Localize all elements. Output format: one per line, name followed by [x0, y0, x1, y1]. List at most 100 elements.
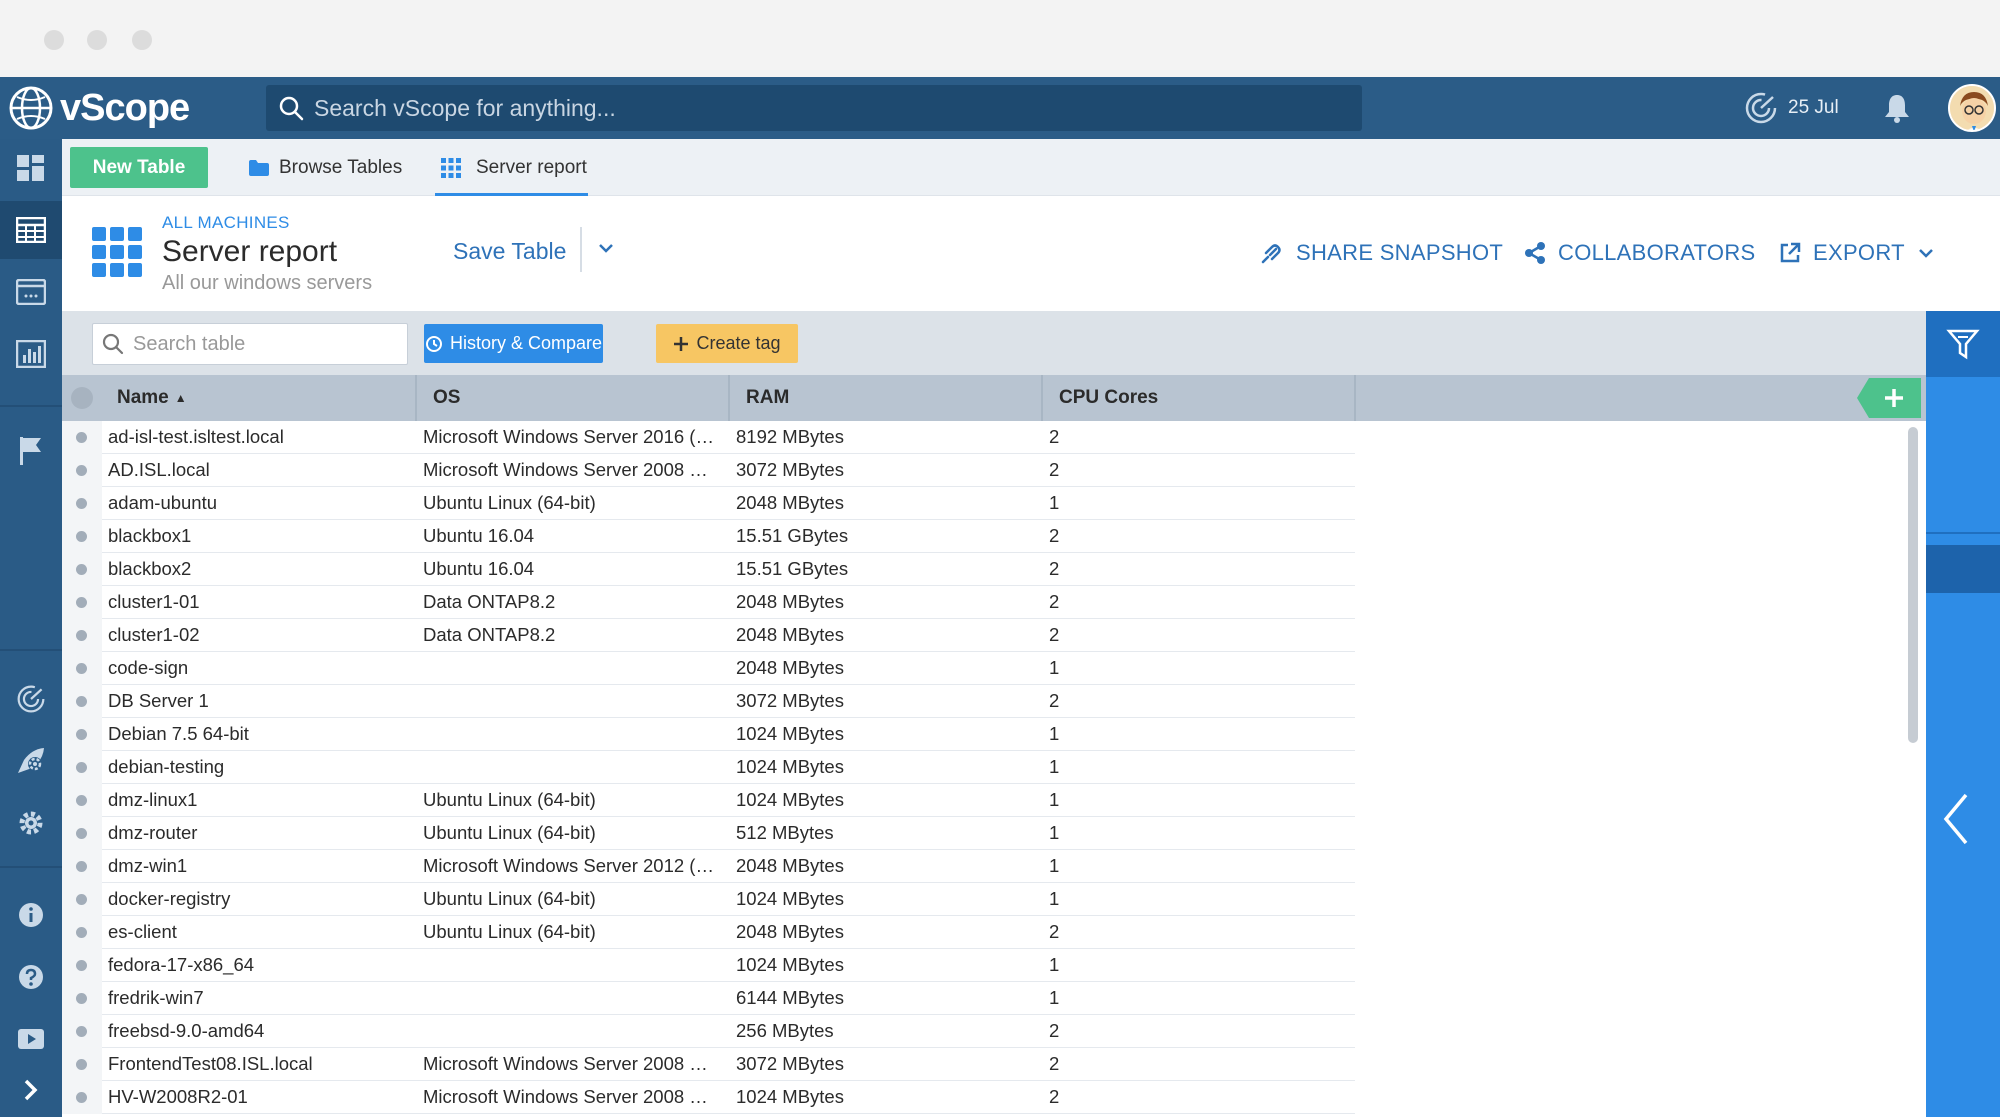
chevron-down-icon[interactable] — [596, 238, 616, 258]
window-maximize-dot[interactable] — [132, 30, 152, 50]
row-select-dot[interactable] — [76, 927, 87, 938]
row-select-dot[interactable] — [76, 498, 87, 509]
sidebar-item-flags[interactable] — [0, 422, 62, 480]
column-header-name[interactable]: Name ▲ — [102, 375, 417, 421]
table-row[interactable]: cluster1-01 Data ONTAP8.2 2048 MBytes 2 — [62, 586, 1926, 619]
row-select-dot[interactable] — [76, 465, 87, 476]
row-select-dot[interactable] — [76, 729, 87, 740]
sidebar-item-help[interactable] — [0, 948, 62, 1006]
window-icon — [16, 279, 46, 305]
row-select-dot[interactable] — [76, 1059, 87, 1070]
sidebar-item-window[interactable] — [0, 263, 62, 321]
table-row[interactable]: adam-ubuntu Ubuntu Linux (64-bit) 2048 MBy… — [62, 487, 1926, 520]
column-cpu-label: CPU Cores — [1059, 387, 1159, 408]
column-header-cpu[interactable]: CPU Cores — [1043, 375, 1356, 421]
row-select-dot[interactable] — [76, 597, 87, 608]
sidebar-item-radar[interactable] — [0, 670, 62, 728]
sidebar-expand-button[interactable] — [0, 1061, 62, 1117]
table-row[interactable]: fedora-17-x86_64 1024 MBytes 1 — [62, 949, 1926, 982]
report-grid-icon — [92, 227, 142, 277]
column-header-os[interactable]: OS — [417, 375, 730, 421]
table-search-input[interactable]: Search table — [92, 323, 408, 365]
save-table-button[interactable]: Save Table — [453, 238, 566, 265]
cell-ram: 2048 MBytes — [736, 921, 844, 942]
sidebar-item-dashboard[interactable] — [0, 139, 62, 197]
cell-os: Microsoft Windows Server 2016 (… — [423, 426, 714, 447]
row-select-dot[interactable] — [76, 828, 87, 839]
column-os-label: OS — [433, 387, 461, 408]
table-row[interactable]: HV-W2008R2-01 Microsoft Windows Server 20… — [62, 1081, 1926, 1114]
collaborators-button[interactable]: COLLABORATORS — [1524, 240, 1755, 266]
table-row[interactable]: Debian 7.5 64-bit 1024 MBytes 1 — [62, 718, 1926, 751]
sidebar-item-reports[interactable] — [0, 325, 62, 383]
app-logo[interactable]: vScope — [8, 85, 190, 131]
row-select-dot[interactable] — [76, 630, 87, 641]
sidebar-item-settings[interactable] — [0, 794, 62, 852]
global-search-input[interactable]: Search vScope for anything... — [266, 85, 1362, 131]
table-row[interactable]: DB Server 1 3072 MBytes 2 — [62, 685, 1926, 718]
row-select-dot[interactable] — [76, 762, 87, 773]
sidebar-item-tables[interactable] — [0, 201, 62, 259]
export-button[interactable]: EXPORT — [1779, 240, 1935, 266]
cell-name: dmz-router — [108, 822, 198, 843]
table-row[interactable]: blackbox2 Ubuntu 16.04 15.51 GBytes 2 — [62, 553, 1926, 586]
row-select-dot[interactable] — [76, 795, 87, 806]
row-select-dot[interactable] — [76, 960, 87, 971]
tab-browse-label: Browse Tables — [279, 156, 403, 178]
table-row[interactable]: dmz-router Ubuntu Linux (64-bit) 512 MByte… — [62, 817, 1926, 850]
cell-ram: 8192 MBytes — [736, 426, 844, 447]
cell-name: freebsd-9.0-amd64 — [108, 1020, 265, 1041]
tab-browse-tables[interactable]: Browse Tables — [248, 139, 402, 196]
table-row[interactable]: dmz-linux1 Ubuntu Linux (64-bit) 1024 MByt… — [62, 784, 1926, 817]
new-table-button[interactable]: New Table — [70, 147, 208, 188]
cell-name: DB Server 1 — [108, 690, 209, 711]
sidebar-item-video[interactable] — [0, 1010, 62, 1068]
plus-icon — [674, 336, 689, 351]
table-row[interactable]: freebsd-9.0-amd64 256 MBytes 2 — [62, 1015, 1926, 1048]
table-row[interactable]: debian-testing 1024 MBytes 1 — [62, 751, 1926, 784]
sidebar-divider — [0, 405, 62, 407]
table-row[interactable]: fredrik-win7 6144 MBytes 1 — [62, 982, 1926, 1015]
add-column-button[interactable] — [1857, 378, 1921, 418]
column-header-ram[interactable]: RAM — [730, 375, 1043, 421]
window-minimize-dot[interactable] — [87, 30, 107, 50]
table-row[interactable]: docker-registry Ubuntu Linux (64-bit) 1024… — [62, 883, 1926, 916]
table-row[interactable]: AD.ISL.local Microsoft Windows Server 200… — [62, 454, 1926, 487]
table-row[interactable]: ad-isl-test.isltest.local Microsoft Windo… — [62, 421, 1926, 454]
table-row[interactable]: es-client Ubuntu Linux (64-bit) 2048 MByte… — [62, 916, 1926, 949]
radar-icon — [17, 685, 45, 713]
breadcrumb[interactable]: ALL MACHINES — [162, 213, 290, 233]
left-sidebar — [0, 139, 62, 1117]
row-select-dot[interactable] — [76, 861, 87, 872]
table-row[interactable]: code-sign 2048 MBytes 1 — [62, 652, 1926, 685]
row-select-dot[interactable] — [76, 1092, 87, 1103]
create-tag-button[interactable]: Create tag — [656, 324, 798, 363]
window-close-dot[interactable] — [44, 30, 64, 50]
radar-date-button[interactable]: 25 Jul — [1744, 91, 1839, 125]
sidebar-item-info[interactable] — [0, 886, 62, 944]
table-row[interactable]: FrontendTest08.ISL.local Microsoft Window… — [62, 1048, 1926, 1081]
row-select-dot[interactable] — [76, 432, 87, 443]
tab-server-report[interactable]: Server report — [435, 139, 592, 196]
row-select-dot[interactable] — [76, 1026, 87, 1037]
table-row[interactable]: blackbox1 Ubuntu 16.04 15.51 GBytes 2 — [62, 520, 1926, 553]
row-select-dot[interactable] — [76, 531, 87, 542]
row-select-dot[interactable] — [76, 663, 87, 674]
cell-name: es-client — [108, 921, 177, 942]
chevron-left-icon[interactable] — [1940, 791, 1972, 847]
table-scrollbar[interactable] — [1908, 427, 1918, 743]
cell-name: Debian 7.5 64-bit — [108, 723, 249, 744]
select-all-toggle[interactable] — [62, 375, 102, 421]
user-avatar[interactable] — [1948, 84, 1996, 132]
row-select-dot[interactable] — [76, 993, 87, 1004]
row-select-dot[interactable] — [76, 564, 87, 575]
share-snapshot-button[interactable]: SHARE SNAPSHOT — [1260, 240, 1503, 266]
filter-button[interactable] — [1926, 311, 2000, 377]
bell-icon[interactable] — [1882, 92, 1912, 124]
row-select-dot[interactable] — [76, 696, 87, 707]
sidebar-item-rocket-settings[interactable] — [0, 732, 62, 790]
row-select-dot[interactable] — [76, 894, 87, 905]
table-row[interactable]: dmz-win1 Microsoft Windows Server 2012 (…… — [62, 850, 1926, 883]
table-row[interactable]: cluster1-02 Data ONTAP8.2 2048 MBytes 2 — [62, 619, 1926, 652]
history-compare-button[interactable]: History & Compare — [424, 324, 603, 363]
